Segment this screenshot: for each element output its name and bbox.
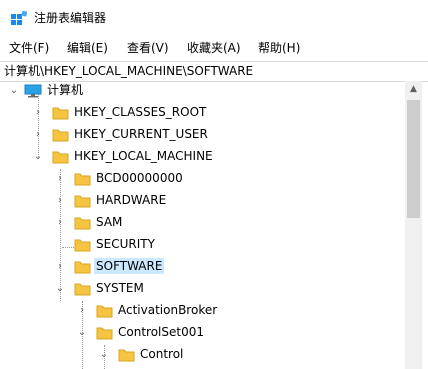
tree-node-security[interactable]: SECURITY [0,235,400,257]
address-bar[interactable]: 计算机\HKEY_LOCAL_MACHINE\SOFTWARE [0,61,428,82]
menu-edit[interactable]: 编辑(E) [67,40,108,56]
vertical-scrollbar[interactable]: ▲ [405,81,422,369]
tree-label: ActivationBroker [118,303,218,317]
chevron-down-icon[interactable]: ⌄ [54,282,66,296]
folder-icon [52,150,69,164]
chevron-down-icon[interactable]: ⌄ [98,348,110,362]
chevron-down-icon[interactable]: ⌄ [8,84,20,98]
menu-view[interactable]: 查看(V) [127,40,169,56]
menu-favorites[interactable]: 收藏夹(A) [187,40,241,56]
tree-label: HKEY_CLASSES_ROOT [74,105,207,119]
folder-icon [96,326,113,340]
tree-label: HARDWARE [96,193,167,207]
folder-icon [74,282,91,296]
menu-help[interactable]: 帮助(H) [258,40,300,56]
scrollbar-thumb[interactable] [407,100,420,218]
regedit-icon [11,10,28,25]
tree-label: SECURITY [96,237,155,251]
folder-icon [52,128,69,142]
registry-tree[interactable]: ⌄ 计算机 › HKEY_CLASSES_ROOT › HKEY_CURRENT… [0,81,405,369]
tree-node-activationbroker[interactable]: › ActivationBroker [0,301,400,323]
chevron-down-icon[interactable]: ⌄ [76,326,88,340]
chevron-right-icon[interactable]: › [54,172,66,186]
tree-node-control[interactable]: ⌄ Control [0,345,400,367]
tree-label: SYSTEM [96,281,144,295]
tree-label: SOFTWARE [94,258,165,274]
scroll-up-arrow-icon[interactable]: ▲ [405,81,422,98]
chevron-right-icon[interactable]: › [76,304,88,318]
chevron-right-icon[interactable]: › [32,106,44,120]
folder-icon [52,106,69,120]
menu-bar: 文件(F) 编辑(E) 查看(V) 收藏夹(A) 帮助(H) [0,38,428,58]
chevron-down-icon[interactable]: ⌄ [32,150,44,164]
tree-label: 计算机 [47,83,84,97]
tree-label: ControlSet001 [118,325,204,339]
chevron-right-icon[interactable]: › [54,194,66,208]
tree-node-bcd[interactable]: › BCD00000000 [0,169,400,191]
tree-label: HKEY_CURRENT_USER [74,127,208,141]
chevron-right-icon[interactable]: › [54,216,66,230]
tree-label: SAM [96,215,123,229]
window-title: 注册表编辑器 [34,11,107,25]
tree-label: Control [140,347,184,361]
folder-icon [74,194,91,208]
folder-icon [74,260,91,274]
folder-icon [74,238,91,252]
tree-node-computer[interactable]: ⌄ 计算机 [0,81,400,103]
tree-label: BCD00000000 [96,171,183,185]
address-path[interactable]: 计算机\HKEY_LOCAL_MACHINE\SOFTWARE [4,64,253,78]
folder-icon [118,348,135,362]
folder-icon [74,216,91,230]
title-bar: 注册表编辑器 [0,0,428,36]
tree-node-software[interactable]: › SOFTWARE [0,257,400,279]
chevron-right-icon[interactable]: › [54,260,66,274]
tree-node-hklm[interactable]: ⌄ HKEY_LOCAL_MACHINE [0,147,400,169]
folder-icon [74,172,91,186]
menu-file[interactable]: 文件(F) [9,40,49,56]
tree-node-system[interactable]: ⌄ SYSTEM [0,279,400,301]
tree-node-hkcr[interactable]: › HKEY_CLASSES_ROOT [0,103,400,125]
tree-node-controlset001[interactable]: ⌄ ControlSet001 [0,323,400,345]
tree-node-sam[interactable]: › SAM [0,213,400,235]
computer-icon [24,84,42,98]
tree-node-hkcu[interactable]: › HKEY_CURRENT_USER [0,125,400,147]
folder-icon [96,304,113,318]
chevron-right-icon[interactable]: › [32,128,44,142]
tree-label: HKEY_LOCAL_MACHINE [74,149,213,163]
tree-node-hardware[interactable]: › HARDWARE [0,191,400,213]
